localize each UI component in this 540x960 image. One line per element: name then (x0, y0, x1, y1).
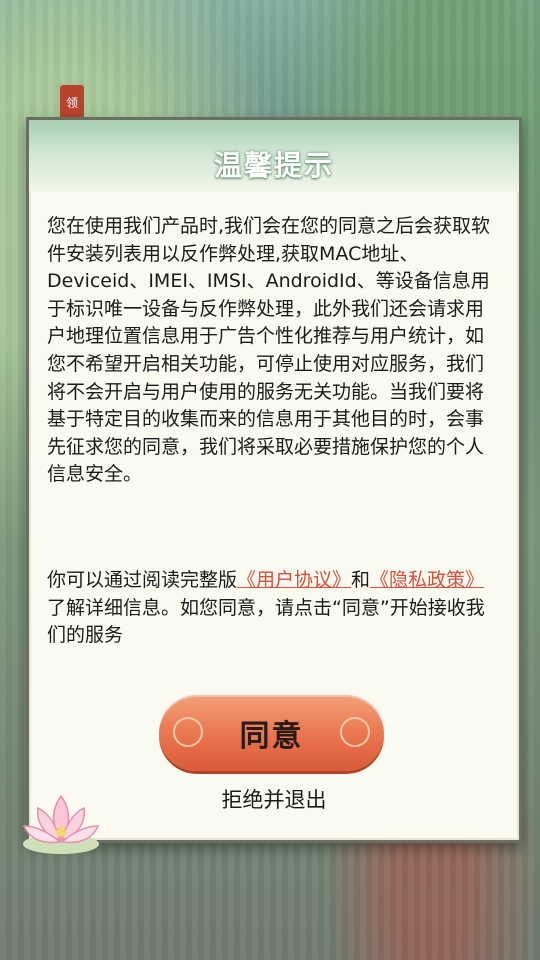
policy-prefix: 你可以通过阅读完整版 (47, 569, 238, 591)
lotus-flower-icon (22, 794, 100, 854)
background-badge: 领 (60, 85, 84, 121)
user-agreement-link[interactable]: 《用户协议》 (237, 569, 351, 591)
ornament-icon (173, 717, 203, 747)
privacy-dialog: 温馨提示 您在使用我们产品时,我们会在您的同意之后会获取软件安装列表用以反作弊处… (26, 117, 522, 843)
policy-paragraph: 你可以通过阅读完整版《用户协议》和《隐私政策》了解详细信息。如您同意，请点击“同… (47, 567, 499, 650)
agree-button[interactable]: 同意 (159, 695, 384, 771)
ornament-icon (340, 717, 370, 747)
policy-and: 和 (351, 569, 371, 591)
dialog-title: 温馨提示 (213, 149, 334, 182)
agree-button-label: 同意 (239, 719, 304, 754)
policy-suffix: 了解详细信息。如您同意，请点击“同意”开始接收我们的服务 (47, 596, 485, 647)
privacy-policy-link[interactable]: 《隐私政策》 (370, 569, 484, 591)
dialog-body-text: 您在使用我们产品时,我们会在您的同意之后会获取软件安装列表用以反作弊处理,获取M… (47, 215, 491, 486)
